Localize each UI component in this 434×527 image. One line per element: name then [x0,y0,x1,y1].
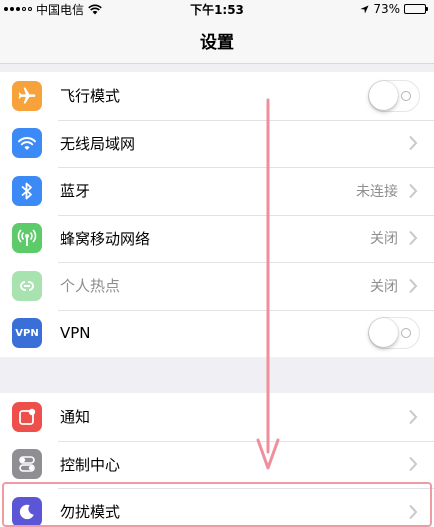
chevron-right-icon [409,231,418,246]
row-label: 控制中心 [60,455,121,474]
vpn-icon: VPN [12,318,42,349]
nav-bar: 设置 [0,18,434,64]
airplane-icon [12,80,42,111]
chevron-right-icon [409,457,418,472]
row-wifi[interactable]: 无线局域网 [0,119,434,168]
wifi-icon [12,128,42,159]
status-right: 73% [360,2,428,16]
chevron-right-icon [409,409,418,424]
cellular-status: 关闭 [370,231,398,248]
row-personal-hotspot[interactable]: 个人热点 关闭 [0,262,434,310]
row-airplane-mode[interactable]: 飞行模式 [0,72,434,120]
settings-group-system: 通知 控制中心 勿扰模式 [0,393,434,527]
row-label: 蜂窝移动网络 [60,229,151,248]
notifications-icon [12,401,42,432]
row-label: 勿扰模式 [60,503,121,522]
carrier-name: 中国电信 [36,2,85,17]
bluetooth-icon [12,175,42,206]
hotspot-status: 关闭 [370,278,398,295]
row-cellular[interactable]: 蜂窝移动网络 关闭 [0,214,434,263]
location-arrow-icon [360,4,369,14]
signal-strength-icon [4,7,32,11]
battery-percent: 73% [373,2,400,16]
row-notifications[interactable]: 通知 [0,393,434,441]
row-control-center[interactable]: 控制中心 [0,440,434,489]
chevron-right-icon [409,278,418,293]
row-label: VPN [60,324,91,343]
moon-icon [12,496,42,527]
hotspot-icon [12,270,42,301]
status-bar: 中国电信 下午1:53 73% [0,0,434,18]
row-label: 飞行模式 [60,87,121,106]
chevron-right-icon [409,504,418,519]
row-do-not-disturb[interactable]: 勿扰模式 [0,488,434,527]
airplane-mode-toggle[interactable] [368,79,420,112]
row-label: 通知 [60,408,91,427]
bluetooth-status: 未连接 [356,183,398,200]
vpn-icon-text: VPN [15,327,39,339]
wifi-status-icon [88,4,102,14]
row-vpn[interactable]: VPN VPN [0,309,434,358]
battery-icon [404,4,428,14]
settings-group-connectivity: 飞行模式 无线局域网 蓝牙 未连接 蜂窝移动网络 关闭 个人热点 关闭 VPN … [0,72,434,357]
control-center-icon [12,449,42,480]
row-label: 无线局域网 [60,134,136,153]
page-title: 设置 [200,33,234,53]
row-label: 蓝牙 [60,182,91,201]
status-left: 中国电信 [4,1,102,18]
row-label: 个人热点 [60,277,121,296]
row-bluetooth[interactable]: 蓝牙 未连接 [0,167,434,215]
vpn-toggle[interactable] [368,317,420,350]
cellular-icon [12,223,42,254]
chevron-right-icon [409,183,418,198]
chevron-right-icon [409,136,418,151]
